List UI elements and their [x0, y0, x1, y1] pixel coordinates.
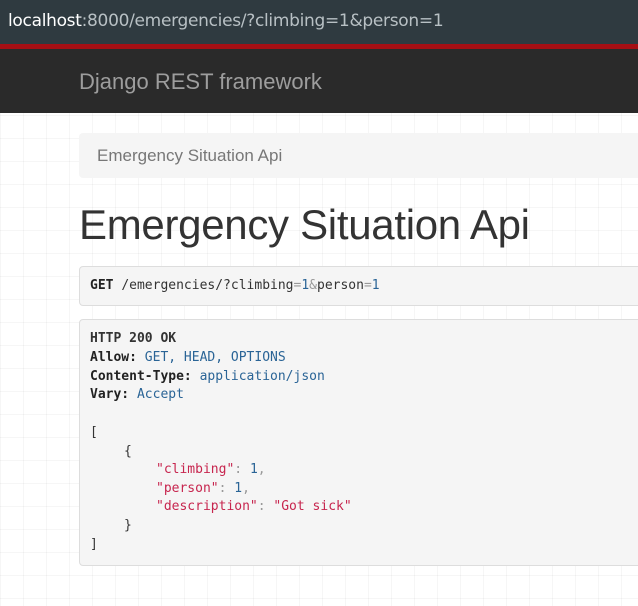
request-line: GET /emergencies/?climbing=1&person=1 — [90, 278, 380, 293]
brand-link[interactable]: Django REST framework — [79, 69, 322, 95]
header-vary: Vary: Accept — [90, 387, 184, 402]
param2-key: person — [317, 278, 364, 293]
header-vary-value: Accept — [136, 387, 184, 402]
param2-value: 1 — [371, 278, 380, 293]
json-open-bracket: [ — [90, 425, 98, 440]
json-field-climbing: "climbing": 1, — [156, 462, 266, 477]
json-value-climbing: 1 — [249, 462, 258, 477]
param2-equals: = — [363, 278, 372, 293]
header-vary-label: Vary: — [90, 387, 130, 402]
header-content-type-label: Content-Type: — [90, 369, 192, 384]
request-method: GET — [90, 278, 114, 293]
json-value-person: 1 — [234, 481, 243, 496]
header-allow-label: Allow: — [90, 350, 137, 365]
param1-value: 1 — [301, 278, 310, 293]
header-allow: Allow: GET, HEAD, OPTIONS — [90, 350, 286, 365]
param1-key: climbing — [230, 278, 294, 293]
json-field-description: "description": "Got sick" — [156, 499, 352, 514]
json-comma: , — [242, 481, 250, 496]
page-title: Emergency Situation Api — [79, 201, 530, 248]
header-allow-value: GET, HEAD, OPTIONS — [144, 350, 286, 365]
breadcrumb: Emergency Situation Api — [79, 133, 638, 178]
json-open-brace: { — [124, 444, 132, 459]
browser-address-bar[interactable]: localhost:8000/emergencies/?climbing=1&p… — [0, 0, 638, 44]
header-content-type-value: application/json — [199, 369, 325, 384]
json-key-description: "description" — [156, 499, 258, 514]
header-content-type: Content-Type: application/json — [90, 369, 325, 384]
response-info: HTTP 200 OK Allow: GET, HEAD, OPTIONS Co… — [79, 319, 638, 566]
breadcrumb-item[interactable]: Emergency Situation Api — [97, 146, 282, 166]
json-colon: : — [218, 481, 235, 496]
url-text[interactable]: localhost:8000/emergencies/?climbing=1&p… — [8, 11, 444, 31]
json-close-bracket: ] — [90, 537, 98, 552]
json-comma: , — [257, 462, 266, 477]
json-close-brace: } — [124, 518, 132, 533]
url-path: :8000/emergencies/?climbing=1&person=1 — [81, 11, 444, 31]
json-colon: : — [257, 499, 274, 514]
response-status: HTTP 200 OK — [90, 331, 177, 346]
navbar: Django REST framework — [0, 49, 638, 113]
url-host: localhost — [8, 11, 82, 31]
request-info: GET /emergencies/?climbing=1&person=1 — [79, 266, 638, 306]
json-key-person: "person" — [156, 481, 219, 496]
request-path: /emergencies/? — [121, 278, 231, 293]
param-separator: & — [309, 278, 317, 293]
json-value-description: "Got sick" — [273, 499, 352, 514]
json-key-climbing: "climbing" — [156, 462, 235, 477]
json-field-person: "person": 1, — [156, 481, 250, 496]
json-colon: : — [234, 462, 250, 477]
